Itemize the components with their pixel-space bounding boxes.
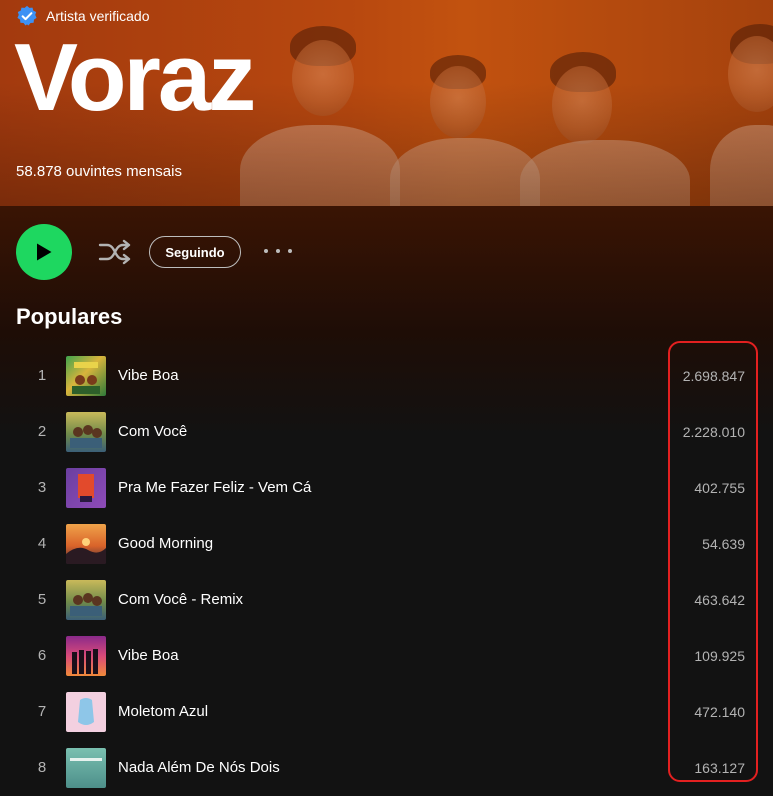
- album-cover: [66, 412, 106, 452]
- play-icon: [37, 243, 52, 261]
- shuffle-button[interactable]: [98, 237, 132, 267]
- track-play-count: 402.755: [694, 480, 745, 496]
- more-options-button[interactable]: [264, 241, 292, 261]
- album-cover: [66, 748, 106, 788]
- album-cover: [66, 636, 106, 676]
- action-bar: Seguindo: [16, 224, 756, 280]
- track-number: 2: [37, 423, 47, 440]
- play-button[interactable]: [16, 224, 72, 280]
- track-row[interactable]: 7 Moletom Azul 472.140: [0, 684, 773, 740]
- album-cover: [66, 468, 106, 508]
- track-title[interactable]: Pra Me Fazer Feliz - Vem Cá: [118, 460, 311, 516]
- track-title[interactable]: Com Você - Remix: [118, 572, 243, 628]
- track-number: 1: [37, 367, 47, 384]
- track-title[interactable]: Vibe Boa: [118, 628, 179, 684]
- album-cover: [66, 580, 106, 620]
- track-row[interactable]: 3 Pra Me Fazer Feliz - Vem Cá 402.755: [0, 460, 773, 516]
- popular-track-list: 1 Vibe Boa 2.698.847 2 Com Você 2.228.01…: [0, 348, 773, 796]
- track-number: 6: [37, 647, 47, 664]
- artist-hero: Artista verificado Voraz 58.878 ouvintes…: [0, 0, 773, 206]
- track-title[interactable]: Good Morning: [118, 516, 213, 572]
- track-number: 8: [37, 759, 47, 776]
- track-number: 5: [37, 591, 47, 608]
- track-title[interactable]: Moletom Azul: [118, 684, 208, 740]
- track-title[interactable]: Com Você: [118, 404, 187, 460]
- following-button[interactable]: Seguindo: [149, 236, 241, 268]
- track-play-count: 163.127: [694, 760, 745, 776]
- track-row[interactable]: 6 Vibe Boa 109.925: [0, 628, 773, 684]
- more-options-icon: [264, 249, 268, 253]
- track-row[interactable]: 1 Vibe Boa 2.698.847: [0, 348, 773, 404]
- monthly-listeners: 58.878 ouvintes mensais: [16, 163, 182, 180]
- track-play-count: 463.642: [694, 592, 745, 608]
- shuffle-icon: [98, 239, 131, 265]
- track-row[interactable]: 5 Com Você - Remix 463.642: [0, 572, 773, 628]
- track-play-count: 54.639: [702, 536, 745, 552]
- track-play-count: 2.698.847: [682, 368, 745, 384]
- album-cover: [66, 356, 106, 396]
- track-number: 7: [37, 703, 47, 720]
- album-cover: [66, 692, 106, 732]
- track-play-count: 2.228.010: [682, 424, 745, 440]
- track-row[interactable]: 2 Com Você 2.228.010: [0, 404, 773, 460]
- track-number: 3: [37, 479, 47, 496]
- artist-name: Voraz: [14, 24, 256, 131]
- album-cover: [66, 524, 106, 564]
- track-play-count: 109.925: [694, 648, 745, 664]
- verified-text: Artista verificado: [46, 8, 150, 24]
- popular-section-title: Populares: [16, 304, 123, 329]
- track-row[interactable]: 8 Nada Além De Nós Dois 163.127: [0, 740, 773, 796]
- track-title[interactable]: Vibe Boa: [118, 348, 179, 404]
- track-row[interactable]: 4 Good Morning 54.639: [0, 516, 773, 572]
- track-title[interactable]: Nada Além De Nós Dois: [118, 740, 280, 796]
- track-number: 4: [37, 535, 47, 552]
- track-play-count: 472.140: [694, 704, 745, 720]
